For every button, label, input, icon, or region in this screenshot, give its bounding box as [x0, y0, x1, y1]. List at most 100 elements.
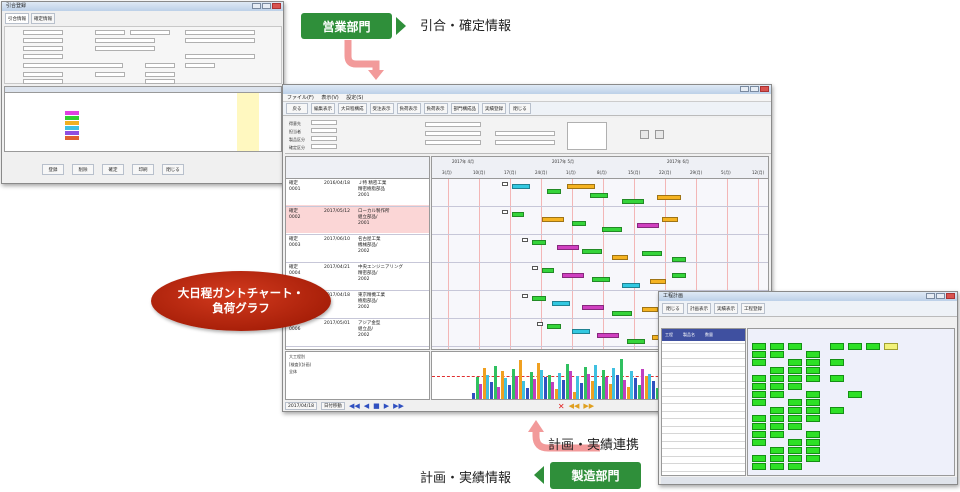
order-view-button[interactable]: 受注表示 — [369, 103, 394, 114]
mfg-toolbar: 閉じる 計画表示 実績表示 工程登録 — [659, 301, 957, 317]
gantt-bar — [552, 301, 570, 306]
filter-product-input[interactable] — [311, 136, 337, 141]
nav-first-icon[interactable]: ◀◀ — [349, 402, 360, 410]
load-bar — [551, 382, 555, 399]
gantt-bar — [662, 217, 678, 222]
edit-view-button[interactable]: 編集表示 — [311, 103, 335, 114]
close-gantt-button[interactable]: 閉じる — [509, 103, 531, 114]
load-view-2-button[interactable]: 負荷表示 — [423, 103, 448, 114]
gantt-date-header: 2017年 4月 2017年 5月 2017年 6月 3(月) 10(月) 17(月… — [432, 157, 768, 179]
month-label-june: 2017年 6月 — [667, 159, 689, 164]
row-divider — [286, 346, 429, 347]
process-block — [806, 351, 820, 358]
filter-customer-label: 得意先 — [289, 121, 301, 126]
settings-icon[interactable] — [640, 130, 649, 139]
process-block — [752, 383, 766, 390]
load-bar — [493, 366, 497, 399]
zoom-cancel-icon[interactable]: ✕ — [558, 402, 565, 411]
maximize-button[interactable] — [750, 86, 759, 92]
close-button[interactable] — [946, 293, 955, 299]
order-id: 確定 0001 — [289, 181, 301, 192]
row-divider — [286, 206, 429, 207]
gantt-bar — [592, 277, 610, 282]
order-date: 2017/04/21 — [324, 265, 350, 270]
gantt-bar — [512, 184, 530, 189]
gantt-bar — [532, 296, 546, 301]
process-block — [848, 343, 862, 350]
mfg-dept-badge: 製造部門 — [550, 462, 641, 489]
date-field[interactable]: 2017/04/18 — [285, 402, 317, 410]
calendar-icon[interactable] — [655, 130, 664, 139]
actual-register-button[interactable]: 実績登録 — [482, 103, 506, 114]
gantt-bar — [567, 184, 595, 189]
menu-view[interactable]: 表示(V) — [321, 95, 338, 101]
process-block — [806, 367, 820, 374]
load-view-button[interactable]: 負荷表示 — [396, 103, 421, 114]
menu-file[interactable]: ファイル(F) — [287, 95, 314, 101]
order-date: 2017/05/01 — [324, 321, 350, 326]
process-block — [806, 455, 820, 462]
close-button[interactable] — [760, 86, 769, 92]
filter-select[interactable] — [425, 122, 481, 127]
filter-panel: 得意先 担当者 製品区分 確定区分 — [285, 118, 771, 154]
col-product: 製品名 — [683, 332, 695, 337]
filter-product-label: 製品区分 — [289, 137, 305, 142]
load-panel-labels: 大工程別 [検査](計画) 全体 — [285, 351, 430, 400]
load-bar — [475, 377, 479, 399]
process-block — [806, 431, 820, 438]
mfg-close-button[interactable]: 閉じる — [662, 303, 684, 314]
load-bar — [504, 378, 508, 399]
process-block — [752, 391, 766, 398]
load-bar — [482, 368, 486, 399]
mfg-row — [662, 448, 745, 449]
day-label: 3(月) — [442, 170, 452, 175]
minimize-button[interactable] — [740, 86, 749, 92]
nav-next-icon[interactable]: ▶ — [384, 402, 389, 410]
back-button[interactable]: 戻る — [286, 103, 308, 114]
load-bar — [562, 380, 565, 399]
gantt-bar — [672, 257, 686, 262]
nav-last-icon[interactable]: ▶▶ — [393, 402, 404, 410]
nav-stop-icon[interactable]: ■ — [373, 402, 380, 410]
process-block — [788, 415, 802, 422]
gantt-bar — [582, 249, 602, 254]
load-bar — [616, 375, 619, 399]
filter-select[interactable] — [495, 131, 555, 136]
gantt-bar — [612, 311, 632, 316]
load-bar — [533, 379, 537, 399]
gantt-bar — [532, 240, 546, 245]
mfg-row — [662, 380, 745, 382]
mfg-arrow-icon — [534, 466, 544, 484]
sales-to-gantt-arrow-icon — [344, 40, 380, 70]
load-bar — [518, 360, 522, 399]
filter-select[interactable] — [425, 140, 481, 145]
date-move-button[interactable]: 日付移動 — [320, 402, 345, 410]
dept-parts-button[interactable]: 部門構成品 — [450, 103, 479, 114]
filter-customer-input[interactable] — [311, 120, 337, 125]
filter-staff-input[interactable] — [311, 128, 337, 133]
gantt-bar — [657, 195, 681, 200]
filter-select[interactable] — [495, 140, 555, 145]
process-register-button[interactable]: 工程登録 — [741, 303, 765, 314]
schedule-structure-button[interactable]: 大日程構成 — [338, 103, 367, 114]
nav-prev-icon[interactable]: ◀ — [364, 402, 369, 410]
milestone-flag-icon — [522, 238, 528, 242]
load-bar — [608, 384, 612, 399]
order-id: 確定 0003 — [289, 237, 301, 248]
minimize-button[interactable] — [926, 293, 935, 299]
mfg-row — [662, 373, 745, 374]
mfg-row — [662, 365, 745, 367]
maximize-button[interactable] — [936, 293, 945, 299]
actual-view-button[interactable]: 実績表示 — [714, 303, 738, 314]
checkbox-list[interactable] — [567, 122, 607, 150]
filter-status-input[interactable] — [311, 144, 337, 149]
process-block — [752, 415, 766, 422]
zoom-next-icon[interactable]: ▶▶ — [583, 402, 594, 410]
zoom-prev-icon[interactable]: ◀◀ — [569, 402, 580, 410]
filter-select[interactable] — [425, 131, 481, 136]
process-block — [788, 463, 802, 470]
process-block — [752, 455, 766, 462]
menu-settings[interactable]: 設定(S) — [346, 95, 363, 101]
process-block — [770, 431, 784, 438]
plan-view-button[interactable]: 計画表示 — [687, 303, 711, 314]
